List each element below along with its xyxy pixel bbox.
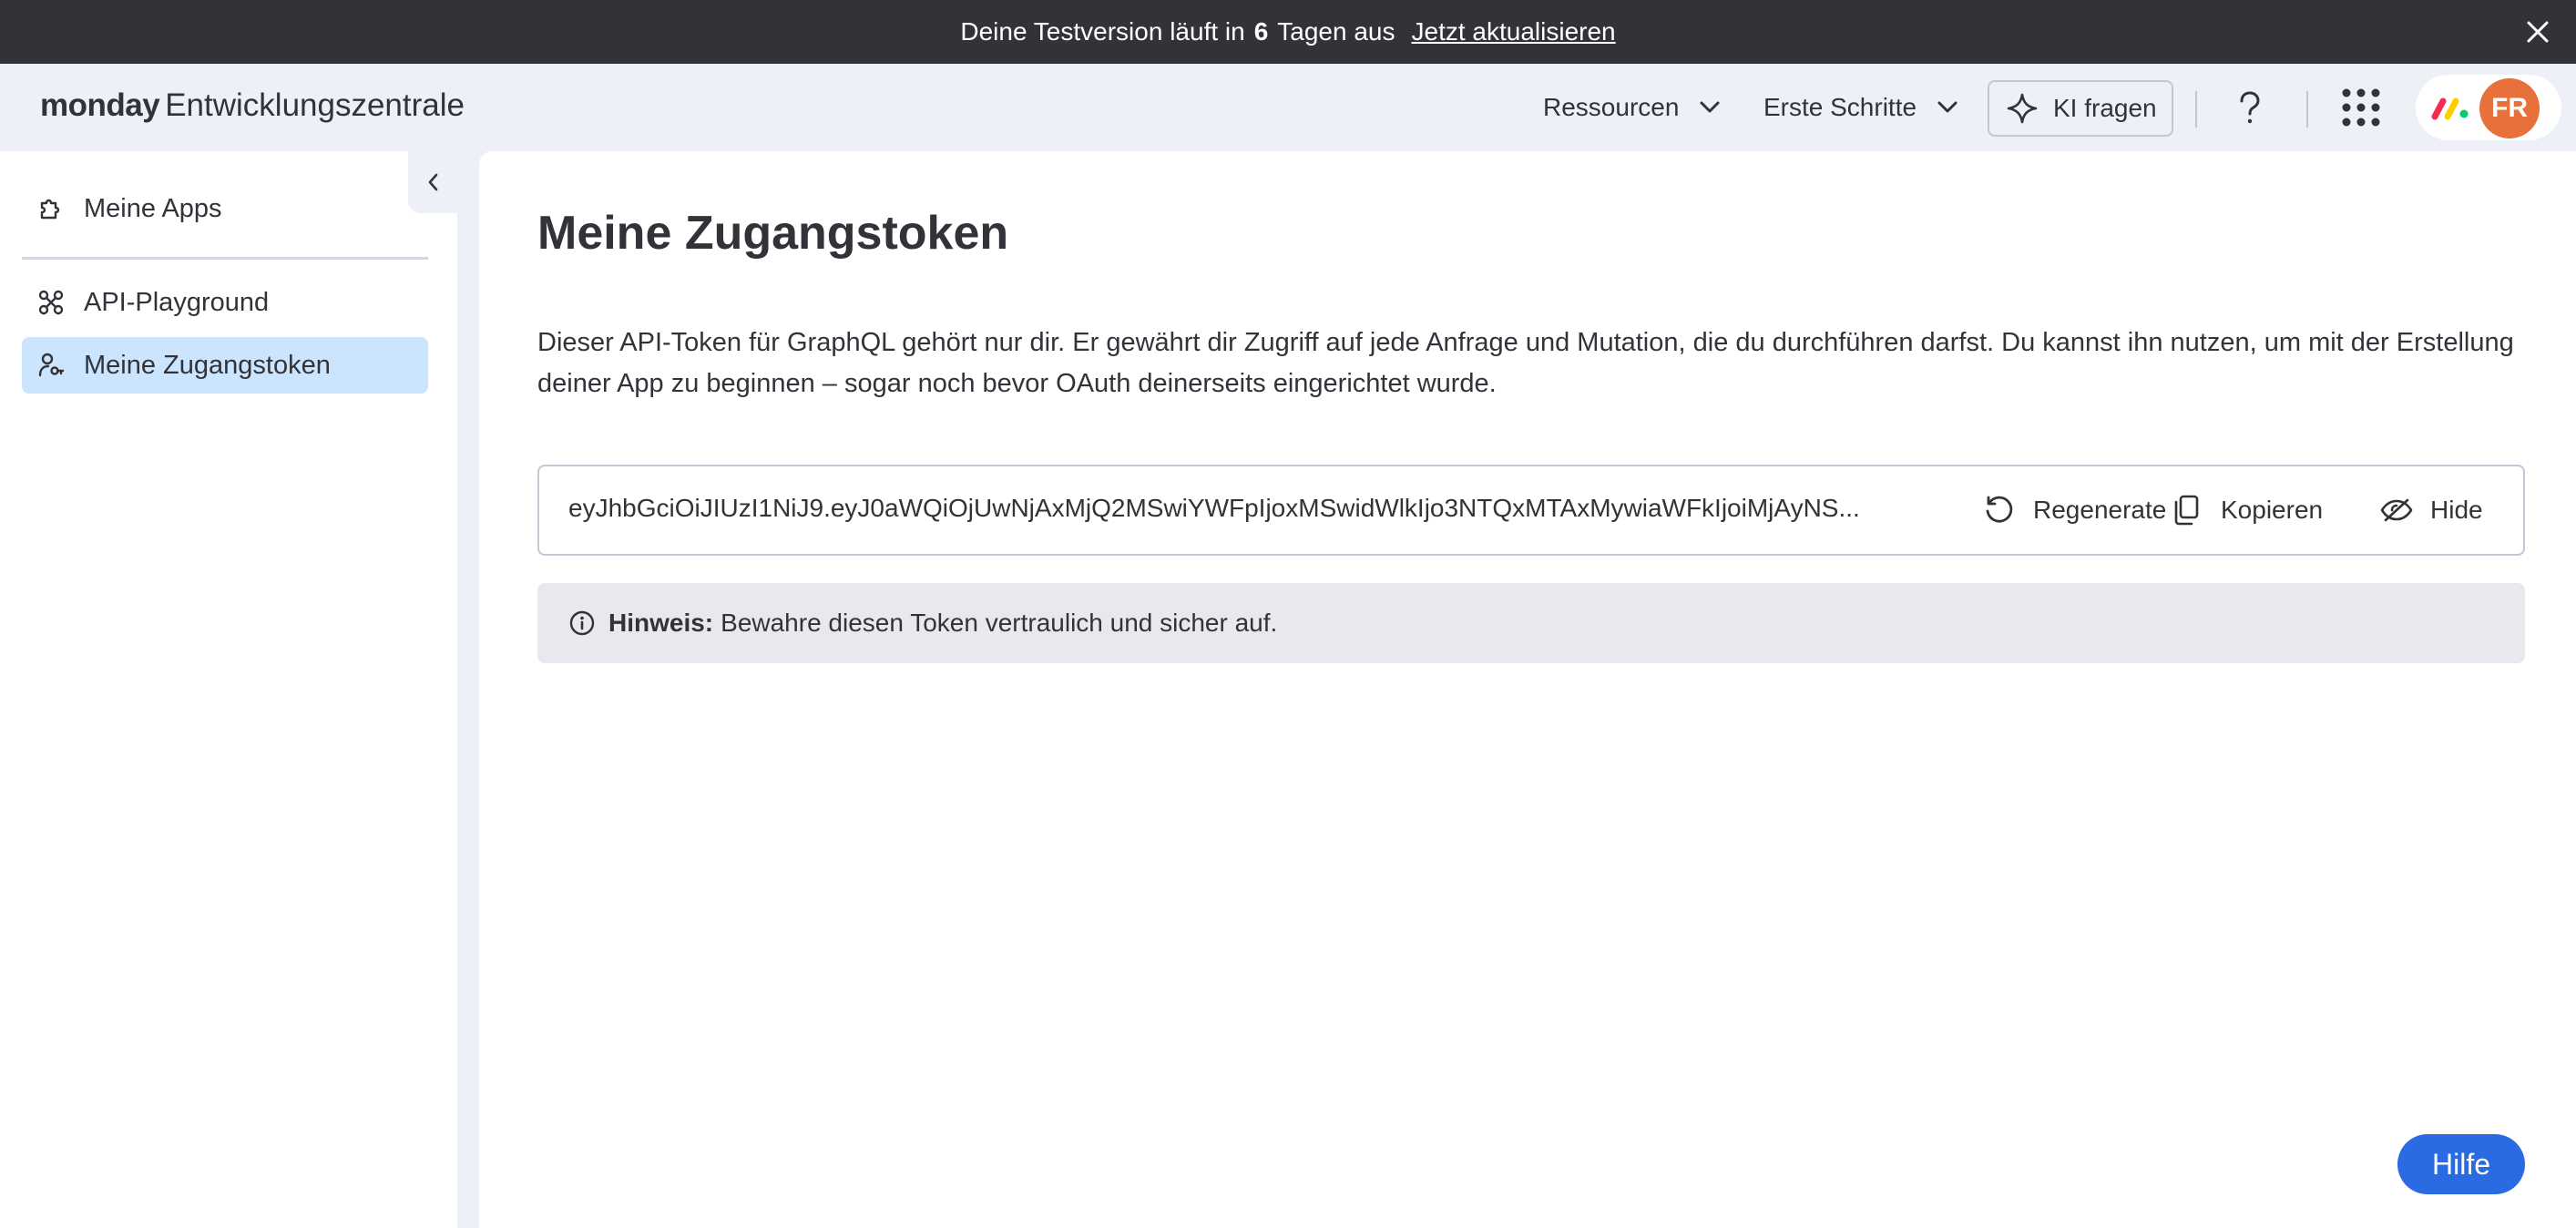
regenerate-label: Regenerate bbox=[2033, 496, 2167, 524]
first-steps-label: Erste Schritte bbox=[1763, 93, 1917, 121]
note-box: Hinweis: Bewahre diesen Token vertraulic… bbox=[537, 583, 2525, 663]
header-divider bbox=[2306, 91, 2308, 128]
copy-icon bbox=[2170, 493, 2204, 527]
sidebar-item-label: Meine Apps bbox=[84, 193, 222, 223]
resources-menu[interactable]: Ressourcen bbox=[1543, 64, 1721, 151]
help-question-button[interactable] bbox=[2230, 86, 2270, 131]
puzzle-icon bbox=[36, 194, 66, 223]
eye-off-icon bbox=[2379, 493, 2414, 527]
top-header: monday Entwicklungszentrale Ressourcen Er… bbox=[0, 64, 2576, 151]
brand-title: Entwicklungszentrale bbox=[165, 87, 465, 123]
apps-grid-icon[interactable] bbox=[2341, 87, 2381, 128]
question-mark-icon bbox=[2240, 91, 2260, 124]
regenerate-button[interactable]: Regenerate bbox=[1982, 466, 2166, 554]
avatar[interactable]: FR bbox=[2479, 78, 2540, 138]
help-button[interactable]: Hilfe bbox=[2397, 1134, 2525, 1194]
banner-days: 6 bbox=[1253, 17, 1269, 46]
page-description: Dieser API-Token für GraphQL gehört nur … bbox=[537, 328, 2514, 398]
page-title: Meine Zugangstoken bbox=[537, 207, 1009, 260]
brand-logo-text: monday bbox=[40, 87, 160, 123]
ask-ai-button[interactable]: KI fragen bbox=[1988, 80, 2173, 137]
close-icon bbox=[2527, 21, 2549, 43]
sidebar-item-my-apps[interactable]: Meine Apps bbox=[22, 180, 428, 237]
main-content: Meine Zugangstoken Dieser API-Token für … bbox=[479, 151, 2576, 1228]
sidebar-item-api-playground[interactable]: API-Playground bbox=[22, 274, 428, 331]
brand[interactable]: monday Entwicklungszentrale bbox=[40, 87, 465, 124]
refresh-icon bbox=[1982, 493, 2017, 527]
info-icon bbox=[568, 609, 596, 637]
chevron-down-icon bbox=[1700, 101, 1720, 113]
copy-label: Kopieren bbox=[2221, 496, 2324, 524]
chevron-down-icon bbox=[1937, 101, 1958, 113]
note-label: Hinweis: bbox=[608, 609, 714, 637]
resources-label: Ressourcen bbox=[1543, 93, 1680, 121]
token-field: eyJhbGciOiJIUzI1NiJ9.eyJ0aWQiOjUwNjAxMjQ… bbox=[537, 465, 2525, 556]
upgrade-link[interactable]: Jetzt aktualisieren bbox=[1412, 17, 1616, 46]
close-banner-button[interactable] bbox=[2520, 14, 2556, 50]
first-steps-menu[interactable]: Erste Schritte bbox=[1763, 64, 1958, 151]
copy-button[interactable]: Kopieren bbox=[2170, 466, 2323, 554]
hide-label: Hide bbox=[2430, 496, 2483, 524]
sidebar-item-label: API-Playground bbox=[84, 287, 270, 317]
banner-text-before: Deine Testversion läuft in bbox=[960, 17, 1245, 46]
sidebar: Meine Apps API-Playground Meine Zugangst… bbox=[0, 151, 457, 1228]
sparkle-icon bbox=[2007, 93, 2038, 124]
sidebar-divider bbox=[22, 257, 428, 260]
ask-ai-label: KI fragen bbox=[2053, 94, 2157, 122]
note-text: Bewahre diesen Token vertraulich und sic… bbox=[721, 609, 1278, 637]
user-area[interactable]: FR bbox=[2416, 75, 2561, 140]
hide-button[interactable]: Hide bbox=[2379, 466, 2483, 554]
user-key-icon bbox=[36, 351, 66, 380]
sidebar-item-my-access-tokens[interactable]: Meine Zugangstoken bbox=[22, 337, 428, 394]
token-value[interactable]: eyJhbGciOiJIUzI1NiJ9.eyJ0aWQiOjUwNjAxMjQ… bbox=[568, 494, 1880, 523]
sidebar-item-label: Meine Zugangstoken bbox=[84, 350, 331, 380]
network-nodes-icon bbox=[36, 288, 66, 317]
trial-banner: Deine Testversion läuft in 6 Tagen aus J… bbox=[0, 0, 2576, 64]
banner-text-after: Tagen aus bbox=[1277, 17, 1395, 46]
header-divider bbox=[2195, 91, 2197, 128]
monday-logo-icon bbox=[2431, 97, 2469, 120]
